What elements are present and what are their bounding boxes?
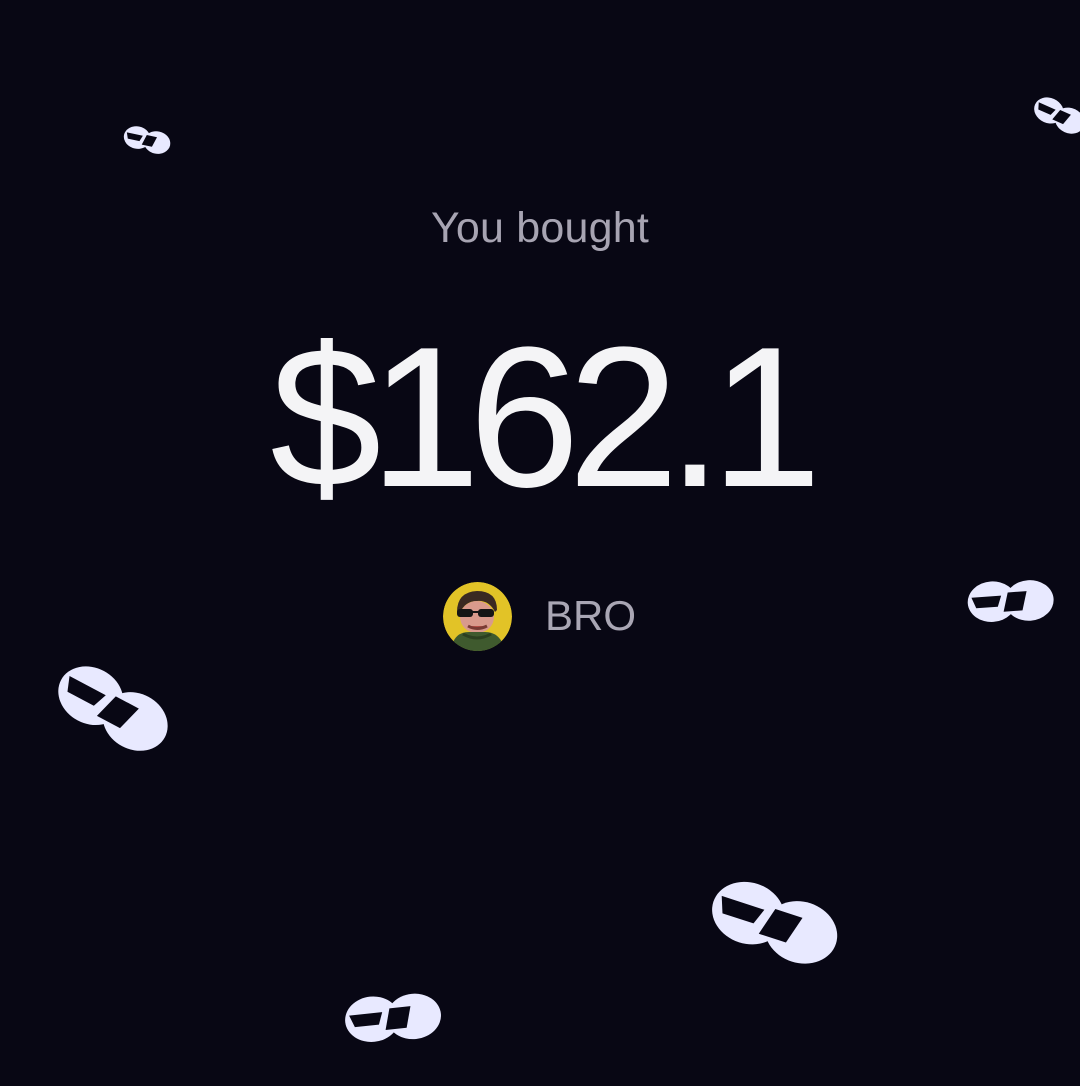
token-symbol: BRO: [545, 592, 637, 639]
logo-mark-icon: [47, 655, 179, 762]
purchase-heading: You bought: [430, 204, 650, 252]
logo-mark-icon: [121, 123, 173, 157]
cartoon-character-avatar-icon: [443, 581, 512, 651]
logo-mark-icon: [342, 989, 444, 1047]
logo-mark-icon: [1029, 92, 1080, 139]
purchase-amount: $162.1: [270, 306, 822, 529]
token-info: BRO: [443, 581, 636, 651]
purchase-confirmation-screen: You bought $162.1 BRO: [0, 0, 1080, 1086]
logo-mark-icon: [703, 872, 847, 973]
logo-mark-icon: [966, 577, 1055, 625]
